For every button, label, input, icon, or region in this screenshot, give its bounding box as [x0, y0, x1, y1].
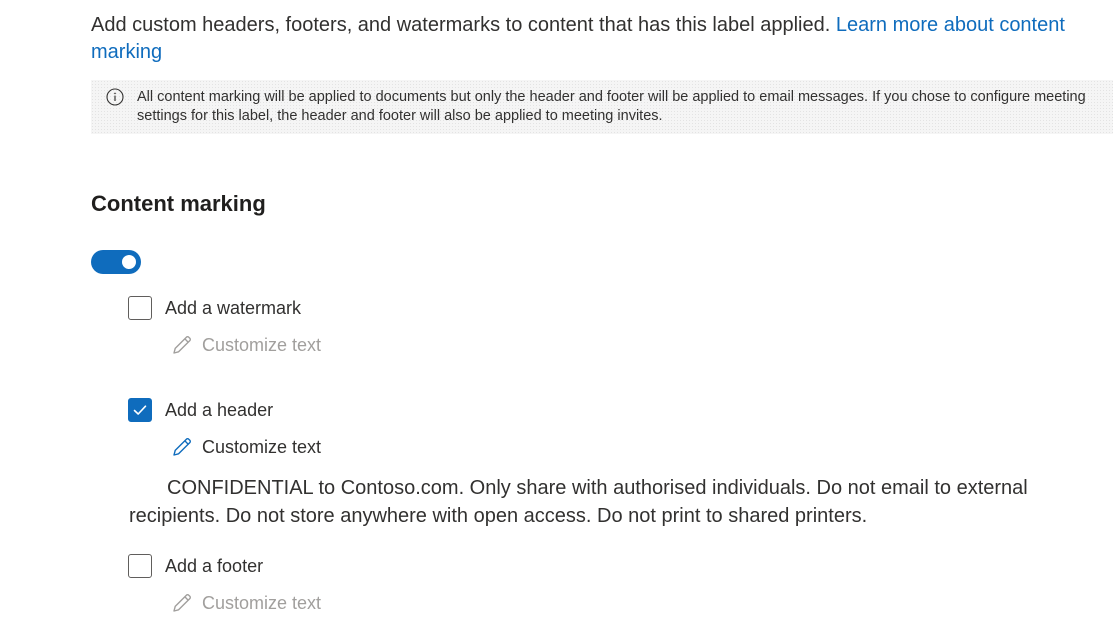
watermark-customize-label: Customize text	[202, 334, 322, 355]
header-customize-label: Customize text	[202, 436, 322, 457]
footer-customize-label: Customize text	[202, 592, 322, 613]
header-text-preview: CONFIDENTIAL to Contoso.com. Only share …	[129, 477, 1028, 527]
watermark-option[interactable]: Add a watermark	[128, 296, 301, 320]
content-marking-toggle[interactable]	[91, 250, 141, 274]
header-checkbox[interactable]	[128, 398, 152, 422]
intro-description: Add custom headers, footers, and waterma…	[91, 12, 1101, 66]
footer-label: Add a footer	[165, 555, 264, 576]
watermark-label: Add a watermark	[165, 297, 302, 318]
pencil-icon	[173, 336, 191, 354]
watermark-customize-text-button[interactable]: Customize text	[171, 334, 321, 356]
pencil-icon	[173, 438, 191, 456]
footer-checkbox[interactable]	[128, 554, 152, 578]
pencil-icon	[173, 594, 191, 612]
content-marking-page: Add custom headers, footers, and waterma…	[0, 0, 1113, 634]
header-label: Add a header	[165, 399, 274, 420]
footer-option[interactable]: Add a footer	[128, 554, 263, 578]
footer-customize-text-button[interactable]: Customize text	[171, 592, 321, 614]
header-option[interactable]: Add a header	[128, 398, 273, 422]
header-customize-text-button[interactable]: Customize text	[171, 436, 321, 458]
checkmark-icon	[133, 405, 147, 415]
info-message-text: All content marking will be applied to d…	[137, 89, 1086, 124]
intro-text: Add custom headers, footers, and waterma…	[91, 14, 836, 36]
info-message-bar: All content marking will be applied to d…	[91, 80, 1113, 134]
section-title: Content marking	[91, 191, 266, 216]
watermark-checkbox[interactable]	[128, 296, 152, 320]
info-icon	[106, 88, 124, 106]
toggle-knob	[122, 255, 136, 269]
